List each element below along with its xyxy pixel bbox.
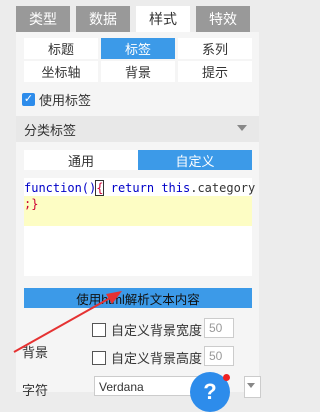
code-line-1: function(){ return this.category: [24, 180, 256, 196]
tab-type[interactable]: 类型: [16, 6, 70, 32]
code-close: ;}: [24, 197, 39, 211]
custom-height-label: 自定义背景高度: [111, 351, 203, 366]
code-line-2: ;}: [24, 196, 252, 212]
label-mode-toggle: 通用 自定义: [24, 150, 252, 170]
use-label-checkbox[interactable]: ✓: [22, 93, 35, 106]
use-html-parse-button[interactable]: 使用html解析文本内容: [24, 288, 252, 308]
code-open-brace: {: [95, 180, 105, 196]
code-editor[interactable]: function(){ return this.category ;}: [24, 178, 256, 276]
custom-height-input[interactable]: 50: [204, 346, 234, 366]
tab-effect[interactable]: 特效: [196, 6, 250, 32]
style-subtabs: 标题 标签 系列 坐标轴 背景 提示: [24, 38, 252, 82]
subtab-title[interactable]: 标题: [24, 38, 98, 59]
custom-width-input[interactable]: 50: [204, 318, 234, 338]
style-panel: 标题 标签 系列 坐标轴 背景 提示 ✓ 使用标签 分类标签 通用 自定义 fu…: [16, 32, 261, 412]
custom-width-label: 自定义背景宽度: [111, 323, 203, 338]
subtab-tooltip[interactable]: 提示: [178, 61, 252, 82]
subtab-axis[interactable]: 坐标轴: [24, 61, 98, 82]
custom-width-row[interactable]: 自定义背景宽度: [92, 320, 202, 339]
background-label: 背景: [22, 345, 49, 360]
code-parens: (): [81, 181, 97, 195]
use-label-text: 使用标签: [39, 93, 92, 108]
code-keyword-function: function: [24, 181, 82, 195]
tab-style[interactable]: 样式: [136, 6, 190, 32]
chevron-down-icon: [247, 383, 255, 388]
mode-custom-button[interactable]: 自定义: [138, 150, 252, 170]
category-label-dropdown[interactable]: 分类标签: [16, 116, 259, 142]
subtab-series[interactable]: 系列: [178, 38, 252, 59]
code-keyword-return: return: [110, 181, 155, 195]
mode-general-button[interactable]: 通用: [24, 150, 138, 170]
font-label: 字符: [22, 383, 49, 398]
custom-height-checkbox[interactable]: [92, 350, 106, 365]
code-property: .category: [190, 181, 256, 195]
code-line-3: [24, 212, 252, 226]
subtab-background[interactable]: 背景: [101, 61, 175, 82]
tab-data[interactable]: 数据: [76, 6, 130, 32]
code-keyword-this: this: [161, 181, 191, 195]
chevron-down-icon: [237, 125, 247, 131]
subtab-label[interactable]: 标签: [101, 38, 175, 59]
custom-width-checkbox[interactable]: [92, 322, 106, 337]
category-label-text: 分类标签: [24, 122, 77, 138]
top-tabs: 类型 数据 样式 特效: [16, 6, 259, 32]
notification-dot: [223, 374, 230, 381]
use-label-row[interactable]: ✓ 使用标签: [22, 90, 91, 109]
custom-height-row[interactable]: 自定义背景高度: [92, 348, 202, 367]
